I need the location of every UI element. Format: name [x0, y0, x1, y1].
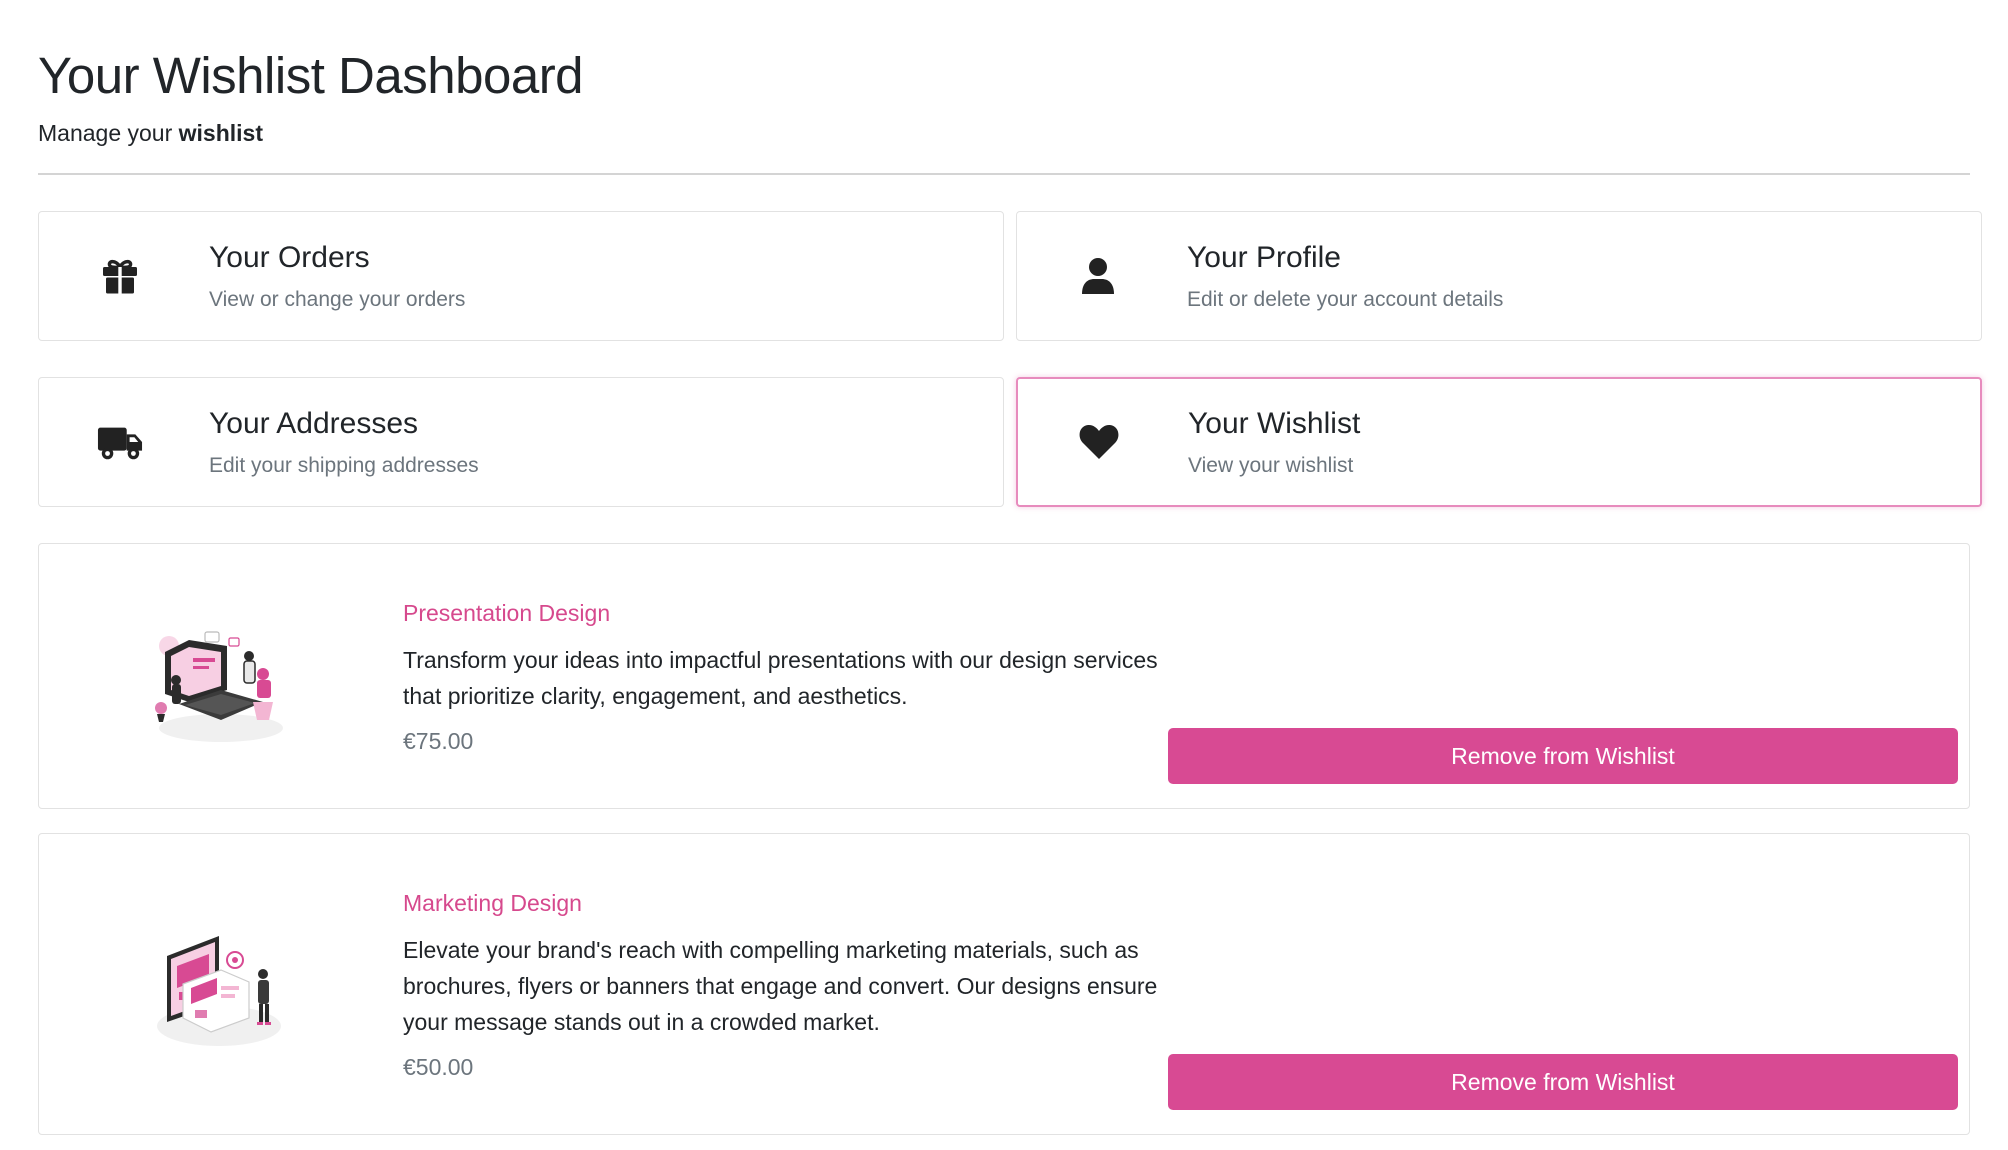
wishlist-item-price: €75.00 — [403, 728, 474, 754]
wishlist-item-body: Presentation Design Transform your ideas… — [403, 598, 1183, 756]
wishlist-items: Presentation Design Transform your ideas… — [38, 543, 1970, 1135]
wishlist-item: Presentation Design Transform your ideas… — [38, 543, 1970, 809]
page-header: Your Wishlist Dashboard Manage your wish… — [38, 0, 1970, 148]
gift-icon — [97, 253, 143, 299]
subtitle-prefix: Manage your — [38, 120, 179, 146]
profile-card-title: Your Profile — [1187, 241, 1341, 274]
header-divider — [38, 173, 1970, 175]
addresses-card-text: Your Addresses Edit your shipping addres… — [209, 405, 479, 479]
wishlist-card-description: View your wishlist — [1188, 454, 1354, 477]
addresses-card-description: Edit your shipping addresses — [209, 454, 479, 477]
wishlist-card[interactable]: Your Wishlist View your wishlist — [1016, 377, 1982, 507]
dashboard-page: Your Wishlist Dashboard Manage your wish… — [0, 0, 2008, 1150]
truck-icon — [97, 419, 143, 465]
wishlist-item-description: Transform your ideas into impactful pres… — [403, 647, 1158, 709]
addresses-card-title: Your Addresses — [209, 407, 419, 440]
wishlist-item-description: Elevate your brand's reach with compelli… — [403, 937, 1158, 1035]
heart-icon — [1076, 419, 1122, 465]
remove-from-wishlist-button[interactable]: Remove from Wishlist — [1168, 728, 1958, 784]
subtitle-bold: wishlist — [178, 120, 263, 146]
marketing-design-illustration — [157, 936, 281, 1046]
dashboard-cards: Your Orders View or change your orders Y… — [38, 211, 1982, 507]
addresses-card[interactable]: Your Addresses Edit your shipping addres… — [38, 377, 1004, 507]
orders-card[interactable]: Your Orders View or change your orders — [38, 211, 1004, 341]
orders-card-text: Your Orders View or change your orders — [209, 239, 465, 313]
orders-card-description: View or change your orders — [209, 288, 466, 311]
orders-card-title: Your Orders — [209, 241, 370, 274]
remove-from-wishlist-button[interactable]: Remove from Wishlist — [1168, 1054, 1958, 1110]
wishlist-item-title[interactable]: Presentation Design — [403, 598, 1183, 628]
profile-card-description: Edit or delete your account details — [1187, 288, 1504, 311]
profile-card[interactable]: Your Profile Edit or delete your account… — [1016, 211, 1982, 341]
wishlist-item-price: €50.00 — [403, 1054, 474, 1080]
user-icon — [1075, 253, 1121, 299]
wishlist-item-body: Marketing Design Elevate your brand's re… — [403, 888, 1183, 1082]
wishlist-item: Marketing Design Elevate your brand's re… — [38, 833, 1970, 1135]
wishlist-item-title[interactable]: Marketing Design — [403, 888, 1183, 918]
wishlist-card-text: Your Wishlist View your wishlist — [1188, 405, 1360, 479]
profile-card-text: Your Profile Edit or delete your account… — [1187, 239, 1503, 313]
page-subtitle: Manage your wishlist — [38, 118, 1970, 148]
presentation-design-illustration — [155, 631, 283, 742]
page-title: Your Wishlist Dashboard — [38, 47, 584, 104]
wishlist-card-title: Your Wishlist — [1188, 407, 1361, 440]
